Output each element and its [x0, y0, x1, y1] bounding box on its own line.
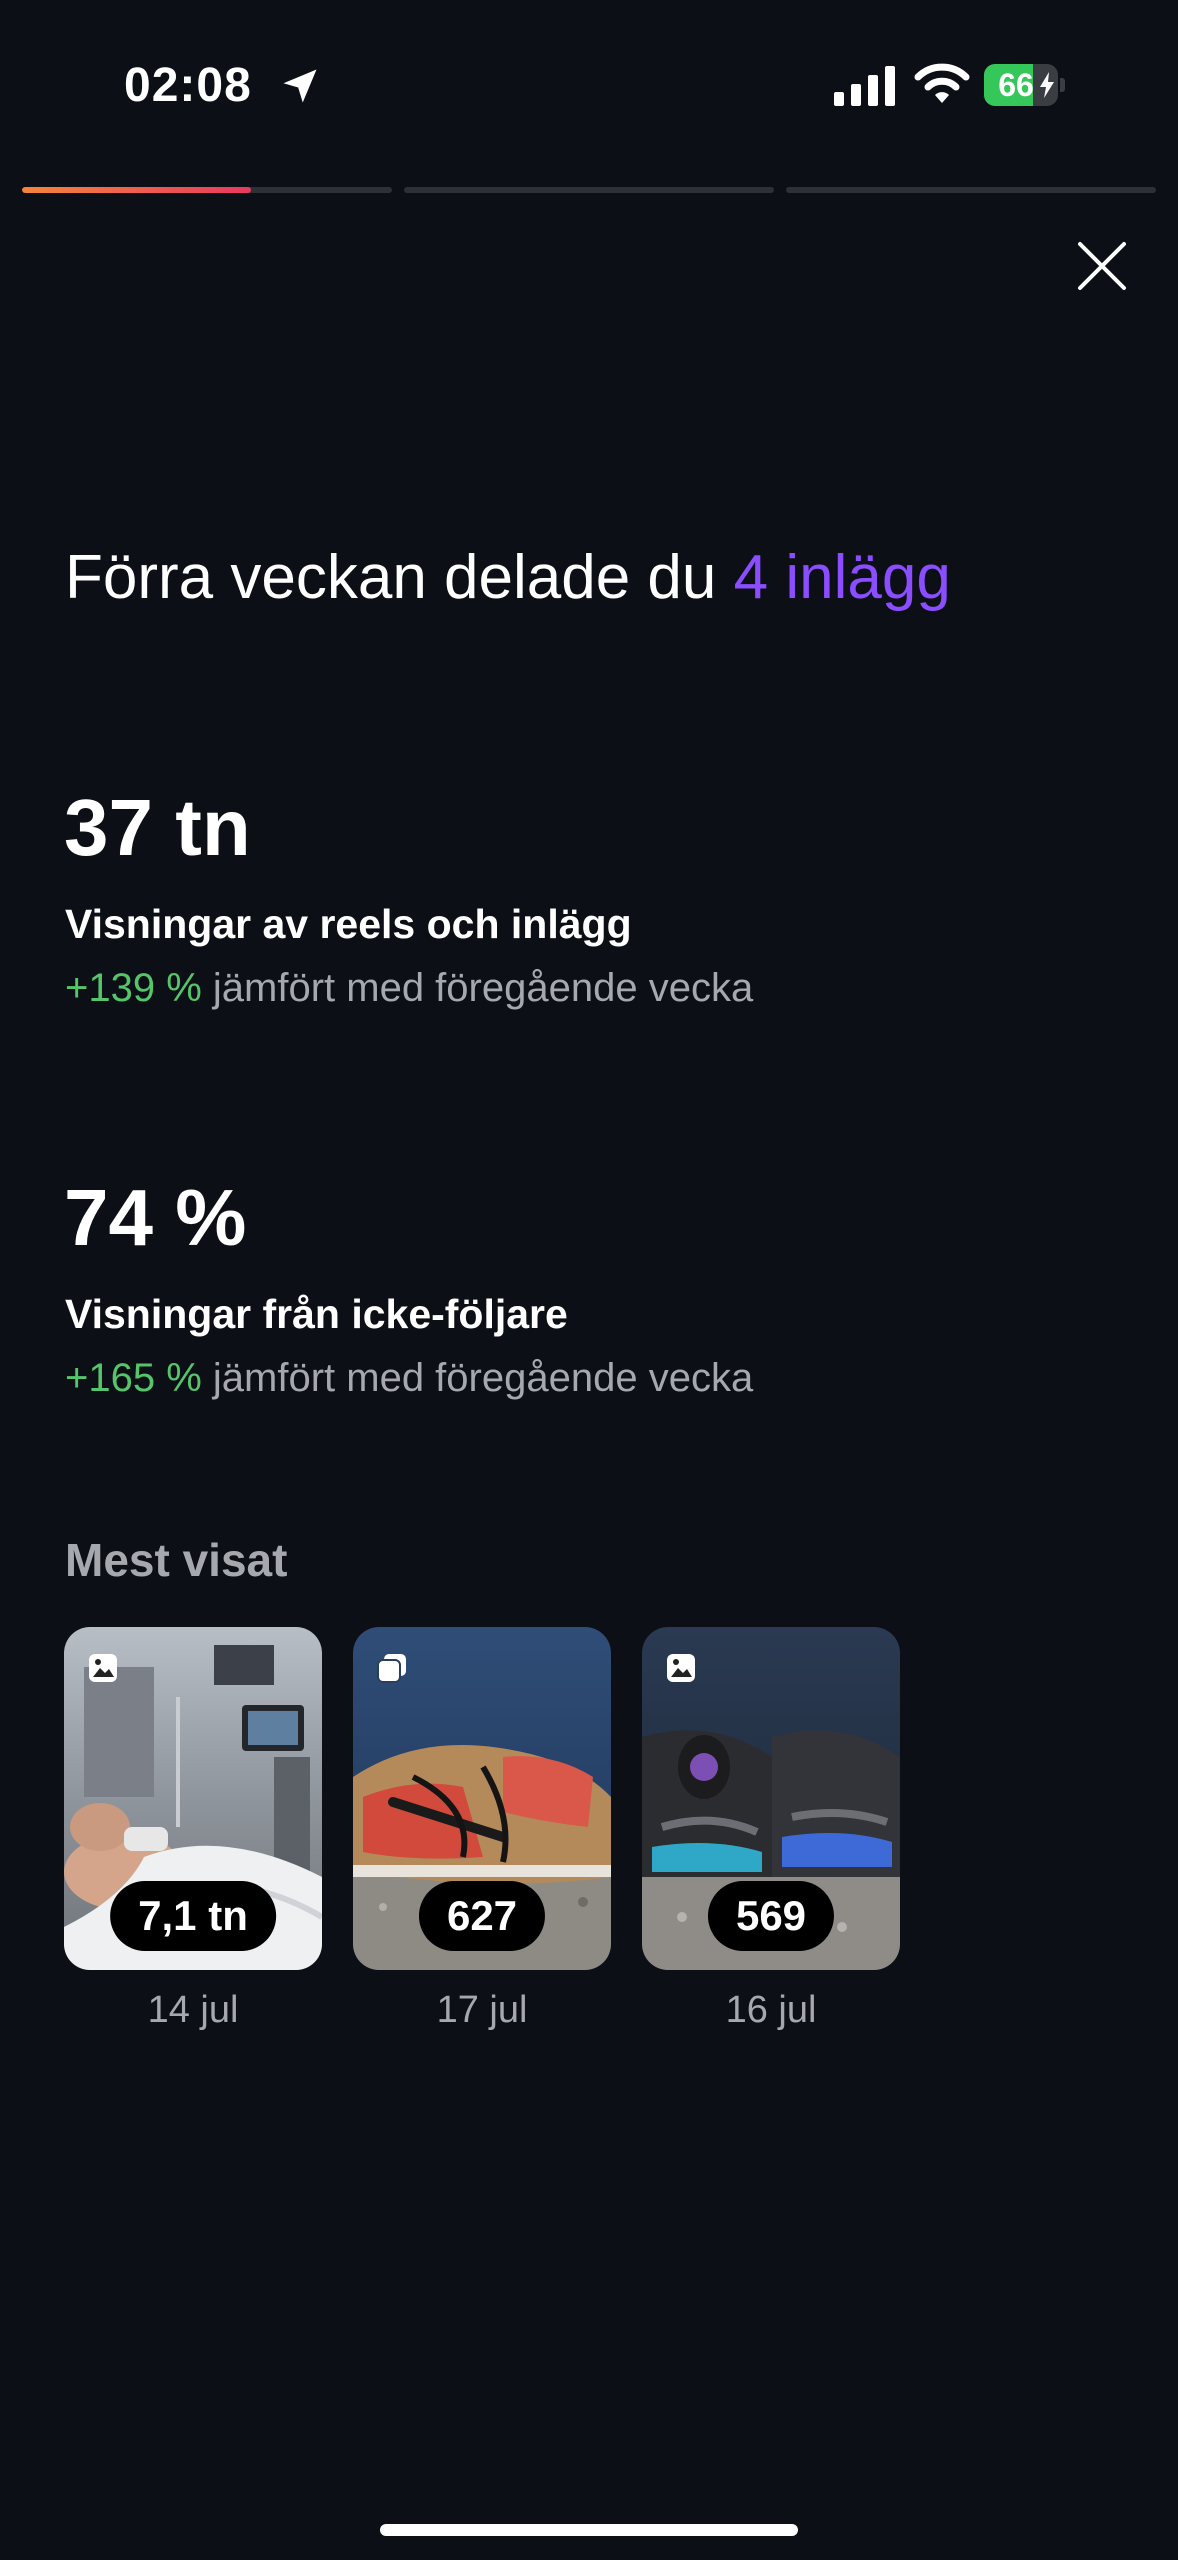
post-views-count: 627	[418, 1881, 546, 1951]
photo-icon	[89, 1654, 117, 1682]
status-time: 02:08	[124, 59, 252, 112]
charging-bolt-icon	[1040, 72, 1054, 98]
post-date: 14 jul	[147, 1989, 239, 2031]
stat-nonfollower-change: +165 % jämfört med föregående vecka	[65, 1352, 753, 1404]
battery-level: 66	[998, 67, 1034, 103]
stat-nonfollower-comparison: jämfört med föregående vecka	[201, 1356, 754, 1400]
headline-text: Förra veckan delade du	[65, 543, 734, 612]
wifi-icon	[914, 63, 970, 103]
stat-nonfollower-value: 74 %	[64, 1173, 247, 1262]
battery-indicator: 66	[984, 64, 1066, 106]
post-date: 16 jul	[725, 1989, 817, 2031]
stat-views-change-percent: +139 %	[65, 966, 202, 1010]
stat-views-value: 37 tn	[64, 783, 251, 872]
stat-views-change: +139 % jämfört med föregående vecka	[65, 962, 753, 1014]
location-arrow-icon	[283, 69, 317, 103]
battery-body: 66	[984, 64, 1058, 106]
story-progress-segment-3	[786, 187, 1156, 193]
story-progress-segment-1	[22, 187, 392, 193]
headline: Förra veckan delade du 4 inlägg	[65, 538, 1125, 618]
most-viewed-title: Mest visat	[65, 1534, 288, 1586]
headline-post-count: 4 inlägg	[733, 543, 951, 612]
stat-nonfollower-label: Visningar från icke-följare	[65, 1291, 568, 1337]
post-date: 17 jul	[436, 1989, 528, 2031]
close-x-icon[interactable]	[1070, 234, 1134, 298]
photo-icon	[667, 1654, 695, 1682]
post-views-count: 569	[707, 1881, 835, 1951]
battery-cap	[1060, 78, 1065, 92]
carousel-icon	[377, 1654, 406, 1683]
stat-views-label: Visningar av reels och inlägg	[65, 901, 632, 947]
stat-views-comparison: jämfört med föregående vecka	[201, 966, 754, 1010]
most-viewed-post-1[interactable]: 7,1 tn	[64, 1627, 322, 1970]
post-views-count: 7,1 tn	[110, 1881, 276, 1951]
home-indicator[interactable]	[380, 2524, 798, 2536]
most-viewed-post-3[interactable]: 569	[642, 1627, 900, 1970]
most-viewed-post-2[interactable]: 627	[353, 1627, 611, 1970]
status-bar: 02:08 66	[0, 0, 1178, 170]
cellular-signal-icon	[834, 66, 895, 106]
story-progress-fill	[22, 187, 252, 193]
stat-nonfollower-change-percent: +165 %	[65, 1356, 202, 1400]
story-progress-segment-2	[404, 187, 774, 193]
